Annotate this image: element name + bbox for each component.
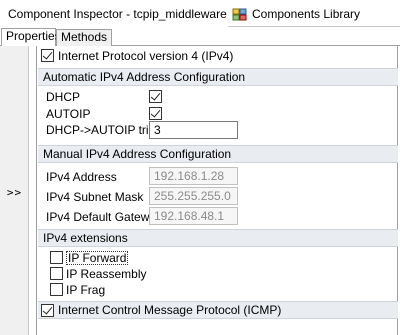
- ipv4-gateway-input[interactable]: 192.168.48.1: [149, 207, 238, 225]
- ip-frag-row: IP Frag: [50, 282, 105, 297]
- ipv4-address-input[interactable]: 192.168.1.28: [149, 167, 238, 185]
- sub-tab-bar: Properties Methods: [0, 27, 400, 46]
- ip-reassembly-label: IP Reassembly: [66, 266, 147, 281]
- ipv4-extensions-header: IPv4 extensions: [38, 229, 398, 247]
- panel-left-border: [36, 46, 37, 335]
- dhcp-checkbox[interactable]: [149, 90, 162, 103]
- ipv4-subnet-mask-input[interactable]: 255.255.255.0: [149, 187, 238, 205]
- ipv4-label: Internet Protocol version 4 (IPv4): [58, 48, 234, 63]
- dhcp-autoip-tries-input[interactable]: 3: [149, 121, 238, 139]
- ip-reassembly-checkbox[interactable]: [50, 267, 63, 280]
- auto-config-header: Automatic IPv4 Address Configuration: [38, 68, 398, 86]
- expand-button[interactable]: >>: [0, 186, 29, 202]
- autoip-label: AUTOIP: [46, 107, 91, 121]
- ip-forward-checkbox[interactable]: [50, 251, 63, 264]
- ipv4-checkbox[interactable]: [41, 49, 54, 62]
- components-library-icon: [232, 8, 247, 20]
- icmp-checkbox[interactable]: [41, 303, 54, 317]
- ipv4-gateway-label: IPv4 Default Gateway: [46, 210, 163, 224]
- tab-properties[interactable]: Properties: [1, 28, 61, 46]
- left-gutter: >>: [0, 46, 29, 335]
- icmp-row: Internet Control Message Protocol (ICMP): [38, 301, 398, 319]
- ip-frag-checkbox[interactable]: [50, 283, 63, 296]
- dhcp-autoip-tries-label: DHCP->AUTOIP tries: [46, 123, 162, 137]
- tab-component-inspector-label: Component Inspector - tcpip_middleware: [8, 6, 227, 21]
- tab-methods[interactable]: Methods: [56, 29, 112, 46]
- ipv4-subnet-mask-label: IPv4 Subnet Mask: [46, 190, 144, 204]
- view-tab-bar: Component Inspector - tcpip_middleware ✕…: [0, 0, 400, 27]
- ip-reassembly-row: IP Reassembly: [50, 266, 146, 281]
- tab-components-library[interactable]: Components Library: [228, 0, 400, 27]
- ip-forward-label: IP Forward: [66, 250, 129, 265]
- ipv4-address-label: IPv4 Address: [46, 170, 117, 184]
- autoip-checkbox[interactable]: [149, 107, 162, 120]
- ip-frag-label: IP Frag: [66, 282, 106, 297]
- tab-component-inspector[interactable]: Component Inspector - tcpip_middleware ✕: [0, 0, 242, 27]
- ip-forward-row: IP Forward: [50, 250, 129, 265]
- icmp-label: Internet Control Message Protocol (ICMP): [58, 303, 282, 317]
- ipv4-row: Internet Protocol version 4 (IPv4): [38, 47, 398, 64]
- manual-config-header: Manual IPv4 Address Configuration: [38, 145, 398, 163]
- tab-components-library-label: Components Library: [252, 6, 361, 21]
- panel-right-border: [397, 46, 398, 335]
- dhcp-label: DHCP: [46, 90, 81, 104]
